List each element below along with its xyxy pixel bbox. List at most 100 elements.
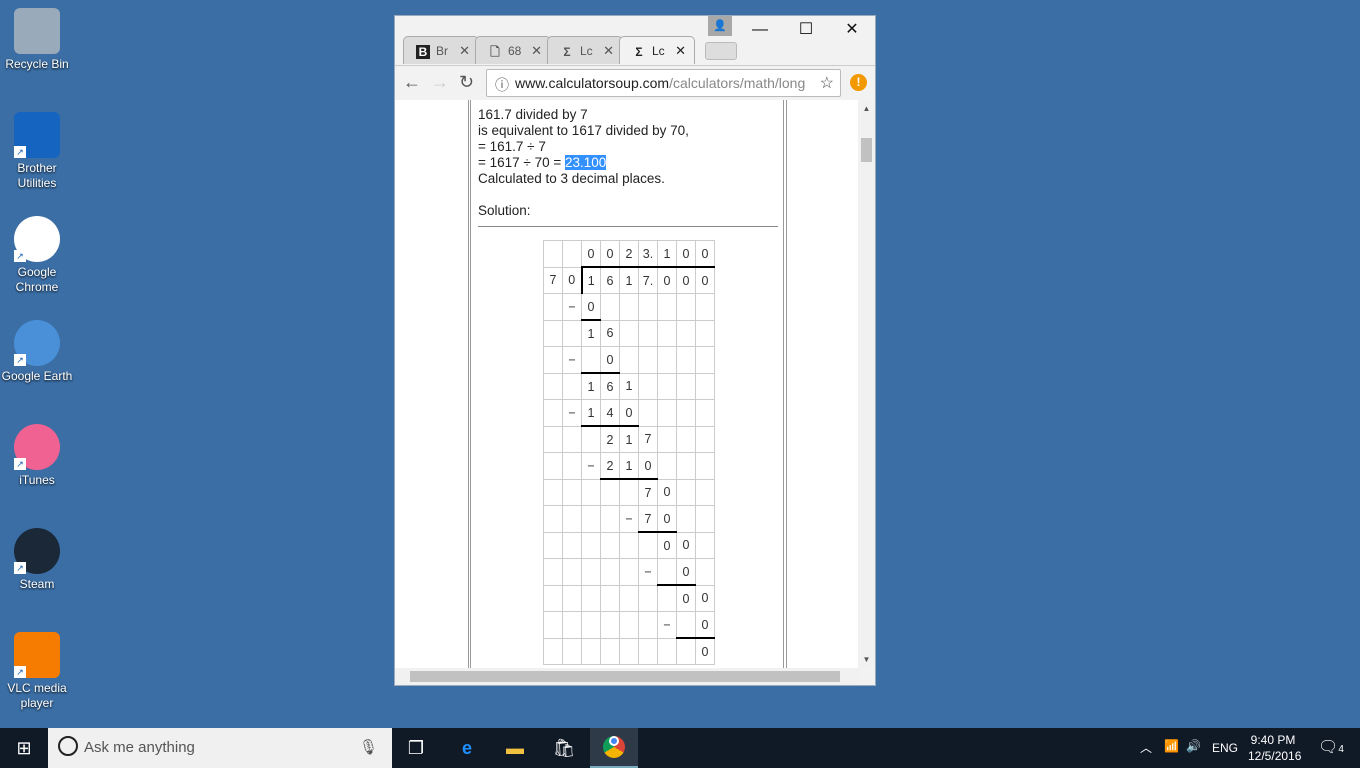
grid-cell bbox=[562, 240, 582, 268]
grid-cell: 1 bbox=[580, 266, 601, 294]
scroll-thumb[interactable] bbox=[861, 138, 872, 162]
desktop-icon-label: Brother Utilities bbox=[17, 161, 57, 190]
grid-cell bbox=[676, 399, 696, 427]
grid-row: −0 bbox=[543, 558, 715, 586]
line: 161.7 divided by 7 bbox=[478, 107, 588, 122]
action-center-icon[interactable]: 🗨4 bbox=[1318, 737, 1344, 757]
show-hidden-icons[interactable]: ︿ bbox=[1140, 739, 1152, 756]
browser-tab[interactable]: 🗋 68 ✕ bbox=[475, 36, 551, 64]
horizontal-scrollbar[interactable] bbox=[395, 668, 859, 685]
google-earth-icon: ↗ bbox=[14, 320, 60, 366]
line: is equivalent to 1617 divided by 70, bbox=[478, 123, 689, 138]
microphone-icon[interactable]: 🎙 bbox=[359, 738, 378, 756]
shortcut-arrow-icon: ↗ bbox=[14, 354, 26, 366]
forward-icon[interactable]: → bbox=[431, 72, 449, 93]
date: 12/5/2016 bbox=[1248, 749, 1302, 763]
desktop-icon-label: VLC media player bbox=[7, 681, 67, 710]
shortcut-arrow-icon: ↗ bbox=[14, 666, 26, 678]
clock[interactable]: 9:40 PM 12/5/2016 bbox=[1248, 733, 1302, 763]
grid-cell bbox=[619, 531, 639, 559]
grid-cell bbox=[543, 478, 563, 506]
grid-row: 70 bbox=[543, 478, 715, 506]
grid-cell bbox=[638, 293, 658, 321]
back-icon[interactable]: ← bbox=[403, 72, 421, 93]
grid-cell: 1 bbox=[581, 372, 601, 400]
desktop-icon[interactable]: ↗ VLC media player bbox=[0, 632, 74, 711]
grid-cell bbox=[562, 319, 582, 347]
desktop-icon[interactable]: ↗ iTunes bbox=[0, 424, 74, 488]
vertical-scrollbar[interactable]: ▲ ▼ bbox=[858, 100, 875, 668]
grid-cell: 0 bbox=[657, 478, 677, 506]
reload-icon[interactable]: ↻ bbox=[459, 72, 474, 93]
desktop-icon[interactable]: ↗ Google Chrome bbox=[0, 216, 74, 295]
close-button[interactable]: ✕ bbox=[829, 16, 875, 46]
cortana-search[interactable]: Ask me anything 🎙 bbox=[48, 728, 392, 768]
grid-cell: 4 bbox=[600, 399, 620, 427]
grid-cell bbox=[581, 531, 601, 559]
grid-row: 00 bbox=[543, 584, 715, 612]
grid-cell: 0 bbox=[638, 452, 658, 480]
grid-cell bbox=[657, 558, 677, 586]
hscroll-thumb[interactable] bbox=[410, 671, 840, 682]
browser-tab[interactable]: Σ Lc ✕ bbox=[547, 36, 623, 64]
desktop-icon[interactable]: ↗ Steam bbox=[0, 528, 74, 592]
notification-count: 4 bbox=[1338, 744, 1344, 755]
url-host: www.calculatorsoup.com bbox=[515, 75, 670, 91]
store-icon[interactable]: 🛍 bbox=[552, 736, 576, 760]
grid-cell bbox=[562, 611, 582, 639]
line: = 1617 ÷ 70 = bbox=[478, 155, 565, 170]
chrome-icon: ↗ bbox=[14, 216, 60, 262]
grid-cell bbox=[562, 531, 582, 559]
grid-cell bbox=[562, 558, 582, 586]
cortana-icon bbox=[58, 736, 78, 756]
grid-row: −0 bbox=[543, 293, 715, 321]
grid-cell bbox=[619, 478, 639, 506]
grid-cell bbox=[581, 611, 601, 639]
language-indicator[interactable]: ENG bbox=[1212, 741, 1238, 755]
volume-icon[interactable]: 🔊 bbox=[1186, 739, 1201, 753]
profile-icon[interactable]: 👤 bbox=[708, 16, 732, 36]
browser-tab[interactable]: Σ Lc ✕ bbox=[619, 36, 695, 64]
desktop-icon[interactable]: ↗ Brother Utilities bbox=[0, 112, 74, 191]
info-icon[interactable]: ⓘ bbox=[495, 75, 509, 95]
desktop-icon[interactable]: ↗ Google Earth bbox=[0, 320, 74, 384]
grid-cell: 2 bbox=[600, 425, 620, 453]
close-tab-icon[interactable]: ✕ bbox=[675, 43, 686, 59]
grid-cell: 0 bbox=[657, 505, 677, 533]
grid-cell: 0 bbox=[695, 584, 715, 612]
windows-start-icon[interactable]: ⊞ bbox=[12, 736, 36, 760]
edge-icon[interactable]: e bbox=[455, 736, 479, 760]
task-view-icon[interactable]: ❐ bbox=[404, 736, 428, 760]
grid-cell bbox=[600, 531, 620, 559]
grid-cell bbox=[695, 293, 715, 321]
grid-cell bbox=[676, 611, 696, 639]
taskbar: ⊞ Ask me anything 🎙 ❐ e ▬ 🛍 ︿ 📶 🔊 ENG 9:… bbox=[0, 728, 1360, 768]
grid-cell bbox=[676, 452, 696, 480]
close-tab-icon[interactable]: ✕ bbox=[603, 43, 614, 59]
grid-cell bbox=[676, 319, 696, 347]
network-icon[interactable]: 📶 bbox=[1164, 739, 1179, 753]
bookmark-star-icon[interactable]: ☆ bbox=[819, 73, 834, 93]
chrome-taskbar-button[interactable] bbox=[590, 728, 638, 768]
grid-cell bbox=[676, 478, 696, 506]
tab-strip: B Br ✕ 🗋 68 ✕ Σ Lc ✕ Σ Lc ✕ bbox=[403, 36, 803, 64]
close-tab-icon[interactable]: ✕ bbox=[459, 43, 470, 59]
grid-cell bbox=[581, 584, 601, 612]
close-tab-icon[interactable]: ✕ bbox=[531, 43, 542, 59]
grid-row: −1 4 0 bbox=[543, 399, 715, 427]
browser-tab[interactable]: B Br ✕ bbox=[403, 36, 479, 64]
file-explorer-icon[interactable]: ▬ bbox=[503, 736, 527, 760]
result-value[interactable]: 23.100 bbox=[564, 155, 607, 170]
grid-cell bbox=[562, 584, 582, 612]
grid-cell bbox=[657, 425, 677, 453]
address-bar[interactable]: ⓘ www.calculatorsoup.com/calculators/mat… bbox=[486, 69, 841, 97]
new-tab-button[interactable] bbox=[705, 42, 737, 60]
grid-cell: 0 bbox=[676, 584, 696, 612]
grid-cell: 7 bbox=[543, 266, 563, 294]
long-division-grid: 0 0 2 3. 1 0 0 7 0 1 6 1 7. 0 0 0−0 1 6−0 1 6 1−1 4 0 2 1 7−2 1 0 7 0… bbox=[543, 240, 715, 665]
grid-cell bbox=[657, 293, 677, 321]
desktop-icon[interactable]: Recycle Bin bbox=[0, 8, 74, 72]
grid-cell: 0 bbox=[600, 240, 620, 268]
update-alert-icon[interactable]: ! bbox=[850, 74, 867, 91]
grid-cell bbox=[581, 346, 601, 374]
